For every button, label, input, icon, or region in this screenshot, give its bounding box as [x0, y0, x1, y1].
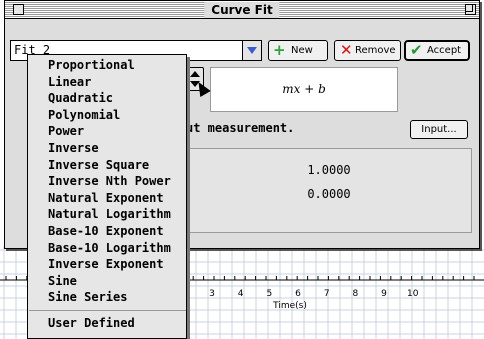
menu-separator	[29, 310, 186, 311]
x-tick-label: 3	[209, 289, 215, 299]
menu-item-natural-exponent[interactable]: Natural Exponent	[28, 190, 186, 207]
menu-item-inverse[interactable]: Inverse	[28, 140, 186, 157]
x-icon: ✕	[340, 41, 353, 59]
fit-type-menu: Proportional Linear Quadratic Polynomial Pow…	[27, 54, 187, 339]
menu-item-sine-series[interactable]: Sine Series	[28, 289, 186, 306]
menu-item-inverse-nth-power[interactable]: Inverse Nth Power	[28, 173, 186, 190]
input-button[interactable]: Input...	[410, 120, 468, 139]
parameter-b-value: 0.0000	[307, 187, 351, 201]
title-bar[interactable]: Curve Fit	[5, 1, 479, 19]
menu-item-polynomial[interactable]: Polynomial	[28, 107, 186, 124]
checkmark-icon: ✔	[410, 41, 423, 59]
new-button[interactable]: + New	[268, 40, 328, 61]
zoom-box[interactable]	[465, 4, 476, 15]
x-tick-label: 4	[238, 289, 244, 299]
plus-icon: +	[273, 41, 286, 59]
menu-item-linear[interactable]: Linear	[28, 74, 186, 91]
menu-item-sine[interactable]: Sine	[28, 273, 186, 290]
x-tick-label: 8	[353, 289, 359, 299]
remove-button[interactable]: ✕ Remove	[334, 40, 401, 61]
arrow-up-icon	[190, 71, 200, 77]
menu-item-inverse-exponent[interactable]: Inverse Exponent	[28, 256, 186, 273]
menu-item-user-defined[interactable]: User Defined	[28, 315, 186, 332]
parameter-m-value: 1.0000	[307, 163, 351, 177]
x-axis-label: Time(s)	[272, 301, 307, 311]
instruction-text: ut measurement.	[186, 121, 295, 135]
window-title: Curve Fit	[204, 2, 280, 18]
menu-item-inverse-square[interactable]: Inverse Square	[28, 157, 186, 174]
fit-selector-dropdown-arrow[interactable]	[242, 40, 262, 61]
accept-button-label: Accept	[427, 45, 462, 56]
menu-item-natural-logarithm[interactable]: Natural Logarithm	[28, 206, 186, 223]
menu-item-quadratic[interactable]: Quadratic	[28, 90, 186, 107]
new-button-label: New	[291, 45, 313, 56]
x-tick-label: 9	[381, 289, 387, 299]
menu-item-base-10-exponent[interactable]: Base-10 Exponent	[28, 223, 186, 240]
menu-item-base-10-logarithm[interactable]: Base-10 Logarithm	[28, 240, 186, 257]
parameters-panel: 1.0000 0.0000	[166, 148, 472, 233]
accept-button[interactable]: ✔ Accept	[404, 40, 470, 61]
x-tick-label: 6	[295, 289, 301, 299]
menu-item-power[interactable]: Power	[28, 123, 186, 140]
x-tick-label: 10	[407, 289, 419, 299]
close-box[interactable]	[13, 4, 24, 15]
x-tick-label: 7	[324, 289, 330, 299]
remove-button-label: Remove	[355, 45, 396, 56]
menu-item-proportional[interactable]: Proportional	[28, 57, 186, 74]
x-tick-label: 5	[266, 289, 272, 299]
formula-display: mx + b	[210, 67, 398, 112]
